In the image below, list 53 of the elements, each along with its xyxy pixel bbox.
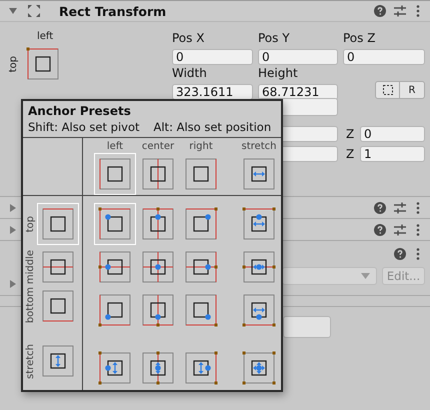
column-label: center	[142, 140, 174, 153]
column-label: left	[106, 140, 124, 153]
foldout-arrow-icon[interactable]	[8, 6, 18, 16]
column-label: stretch	[242, 140, 276, 153]
more-icon[interactable]	[416, 5, 420, 17]
anchor-preset-button[interactable]	[94, 153, 136, 195]
dropdown-field[interactable]	[282, 267, 377, 285]
field-label: Height	[258, 65, 299, 82]
more-icon[interactable]	[416, 202, 420, 214]
foldout-arrow-icon[interactable]	[8, 202, 18, 212]
raw-edit-button[interactable]: R	[400, 81, 425, 99]
number-field[interactable]: 323.1611	[172, 84, 253, 100]
help-icon[interactable]	[374, 202, 386, 214]
foldout-arrow-icon[interactable]	[8, 224, 18, 234]
sliders-icon[interactable]	[394, 224, 406, 236]
field-label: Pos X	[172, 30, 206, 47]
field-label: Pos Z	[343, 30, 376, 47]
blueprint-mode-button[interactable]	[375, 81, 400, 99]
row-label: top	[25, 216, 37, 232]
row-label: middle	[25, 250, 37, 284]
help-icon[interactable]	[394, 248, 406, 260]
number-field[interactable]: 0	[360, 126, 425, 142]
hint-text: Alt: Also set position	[154, 119, 272, 135]
foldout-arrow-icon[interactable]	[8, 279, 18, 289]
number-field[interactable]: 1	[360, 146, 425, 162]
popup-title: Anchor Presets	[28, 104, 132, 119]
field-label: Width	[172, 65, 208, 82]
field-label: Z	[346, 126, 354, 142]
field-label: Pos Y	[258, 30, 291, 47]
row-label: stretch	[25, 344, 37, 378]
input-field[interactable]	[283, 316, 331, 338]
sliders-icon[interactable]	[394, 5, 406, 17]
number-field[interactable]: 0	[258, 49, 338, 65]
move-arrows-icon	[27, 4, 41, 18]
help-icon[interactable]	[374, 224, 386, 236]
number-field[interactable]: 0	[172, 49, 253, 65]
dotted-square-icon	[382, 85, 392, 95]
caret-icon	[361, 273, 370, 279]
anchor-preset-button[interactable]	[37, 203, 79, 245]
anchor-column-label: left	[37, 31, 54, 42]
anchor-presets-button[interactable]	[26, 47, 60, 81]
number-field[interactable]: 0	[343, 49, 425, 65]
anchor-preset-button[interactable]	[94, 203, 136, 245]
row-label: bottom	[25, 287, 37, 324]
more-icon[interactable]	[416, 224, 420, 236]
more-icon[interactable]	[416, 248, 420, 260]
help-icon[interactable]	[374, 5, 386, 17]
field-label: Z	[346, 146, 354, 162]
hint-text: Shift: Also set pivot	[28, 119, 140, 135]
anchor-row-label: top	[8, 56, 20, 72]
column-label: right	[189, 140, 213, 153]
component-title: Rect Transform	[59, 4, 166, 18]
sliders-icon[interactable]	[394, 202, 406, 214]
